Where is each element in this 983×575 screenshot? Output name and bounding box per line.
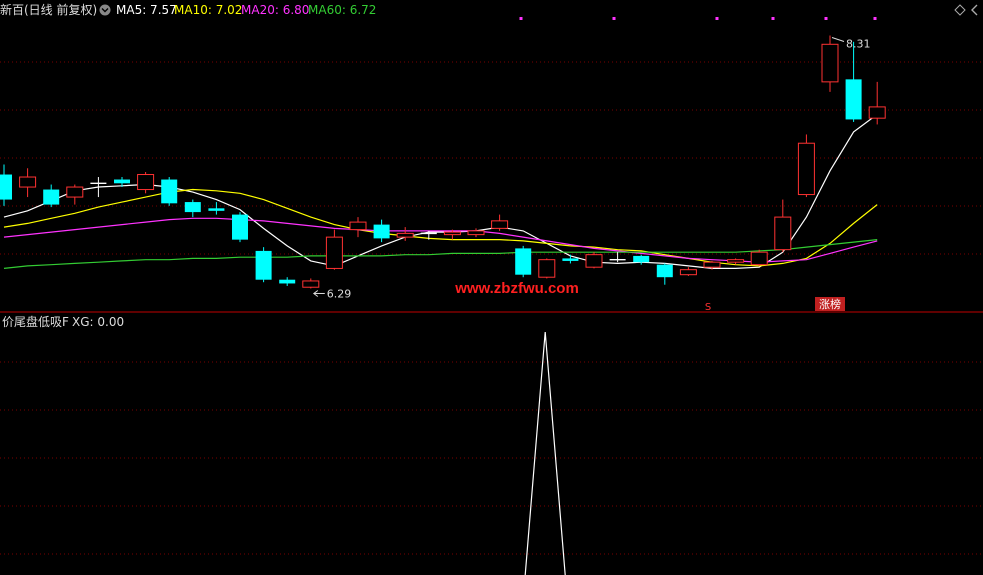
candle bbox=[137, 172, 155, 194]
candle bbox=[845, 41, 862, 122]
indicator-title: 价尾盘低吸F bbox=[2, 314, 69, 329]
candle-body bbox=[821, 43, 839, 83]
candle bbox=[302, 278, 320, 289]
candle-body bbox=[43, 189, 60, 205]
candle-body bbox=[774, 216, 792, 251]
chart-header: 新百(日线 前复权) MA5: 7.57MA10: 7.02MA20: 6.80M… bbox=[0, 2, 978, 17]
top-dot bbox=[824, 17, 828, 20]
candle-body bbox=[491, 220, 509, 229]
candle bbox=[656, 263, 673, 285]
candle-body bbox=[633, 255, 650, 263]
candle bbox=[208, 202, 225, 215]
candle-body bbox=[325, 236, 343, 269]
stock-title: 新百(日线 前复权) bbox=[0, 2, 97, 17]
candle bbox=[585, 252, 603, 269]
ma-legend-2: MA20: 6.80 bbox=[241, 3, 309, 17]
candle bbox=[774, 199, 792, 253]
top-dot bbox=[873, 17, 877, 20]
chevron-left-icon bbox=[971, 4, 978, 16]
candle bbox=[797, 134, 815, 198]
low-price-label: 6.29 bbox=[327, 287, 352, 300]
candle-body bbox=[585, 254, 603, 268]
candle bbox=[0, 164, 12, 206]
candle bbox=[821, 35, 839, 92]
candlestick-series bbox=[0, 35, 886, 289]
limit-up-badge-text: 涨榜 bbox=[819, 297, 841, 311]
candle-body bbox=[703, 261, 721, 268]
candle bbox=[868, 81, 886, 125]
candle-body bbox=[515, 248, 532, 275]
candle bbox=[538, 258, 556, 279]
candle-body bbox=[396, 232, 414, 238]
candle bbox=[515, 245, 532, 278]
candle-body bbox=[302, 280, 320, 288]
candle-body bbox=[66, 186, 84, 198]
price-annotations: 6.29 8.31 涨榜 S bbox=[312, 37, 871, 313]
candle-body bbox=[868, 106, 886, 119]
ma-legend-3: MA60: 6.72 bbox=[308, 3, 376, 17]
indicator-value: XG: 0.00 bbox=[72, 315, 124, 329]
candle bbox=[255, 247, 272, 283]
candle bbox=[161, 177, 178, 206]
candle bbox=[633, 254, 650, 265]
ma20-line bbox=[3, 217, 878, 263]
candle-body bbox=[845, 79, 862, 120]
ma60-line bbox=[3, 239, 878, 269]
candle-body bbox=[349, 221, 367, 231]
candle-body bbox=[750, 251, 768, 266]
candle bbox=[373, 219, 390, 243]
candle-body bbox=[443, 231, 461, 236]
candle-body bbox=[208, 208, 225, 211]
candle bbox=[562, 254, 579, 264]
candle bbox=[43, 184, 60, 208]
high-arrow bbox=[831, 37, 845, 43]
moving-average-lines bbox=[3, 113, 878, 269]
candle-body bbox=[19, 176, 37, 188]
candle bbox=[349, 217, 367, 238]
candle-body bbox=[656, 264, 673, 278]
circle-chevron-down-icon bbox=[99, 4, 111, 16]
candle bbox=[232, 212, 248, 243]
candle-body bbox=[279, 279, 296, 284]
xg-signal-line bbox=[524, 331, 566, 575]
candle bbox=[184, 199, 201, 218]
candle-body bbox=[538, 259, 556, 278]
watermark-text: www.zbzfwu.com bbox=[454, 280, 579, 297]
candle-body bbox=[255, 250, 272, 280]
high-price-label: 8.31 bbox=[846, 38, 871, 51]
candle-body bbox=[232, 214, 248, 240]
candle bbox=[325, 229, 343, 270]
candle bbox=[491, 214, 509, 231]
top-dot bbox=[771, 17, 775, 20]
candle-body bbox=[562, 258, 579, 261]
indicator-panel: 价尾盘低吸F XG: 0.00 bbox=[2, 314, 566, 575]
kline-chart[interactable]: 6.29 8.31 涨榜 S 价尾盘低吸F XG: 0.00 www.zbzfwu.co… bbox=[0, 0, 983, 575]
diamond-expand-icon bbox=[954, 4, 966, 16]
candle-body bbox=[0, 174, 12, 200]
candle-body bbox=[727, 259, 745, 263]
candle-body bbox=[797, 142, 815, 196]
ma-legend-0: MA5: 7.57 bbox=[116, 3, 177, 17]
candle-body bbox=[373, 224, 390, 239]
candle-body bbox=[679, 269, 697, 276]
candle bbox=[19, 168, 37, 198]
top-marker-dots bbox=[519, 17, 877, 20]
signal-marker: S bbox=[705, 302, 711, 313]
candle bbox=[279, 277, 296, 286]
candle bbox=[679, 267, 697, 276]
candle bbox=[750, 249, 768, 266]
candle-body bbox=[137, 174, 155, 191]
ma5-line bbox=[3, 113, 878, 269]
candle-body bbox=[467, 230, 485, 236]
top-dot bbox=[519, 17, 523, 20]
candle-body bbox=[114, 179, 130, 184]
candle-body bbox=[184, 202, 201, 213]
top-dot bbox=[715, 17, 719, 20]
ma-legend-1: MA10: 7.02 bbox=[174, 3, 242, 17]
candle bbox=[66, 184, 84, 205]
top-dot bbox=[612, 17, 616, 20]
candle-body bbox=[161, 179, 178, 204]
